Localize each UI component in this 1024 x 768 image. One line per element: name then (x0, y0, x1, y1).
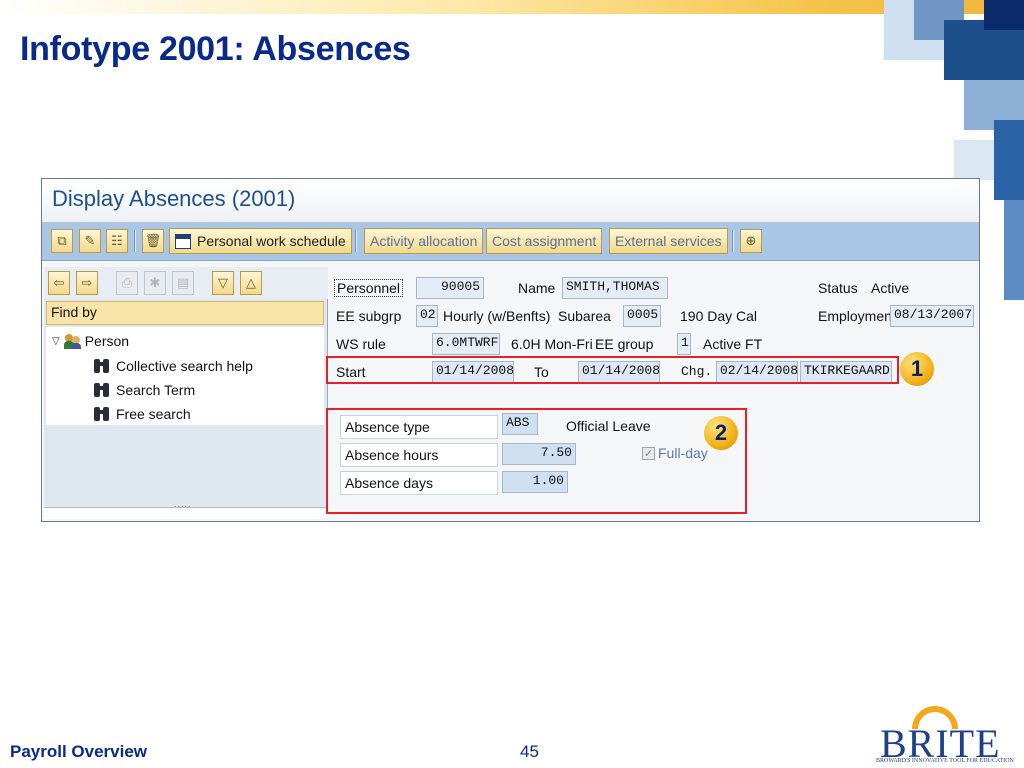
tree-item-search-term[interactable]: Search Term (94, 381, 195, 399)
ee-subgroup-text: Hourly (w/Benfts) (443, 308, 551, 324)
window-titlebar: Display Absences (2001) (42, 179, 979, 223)
forward-icon[interactable]: ⇨ (76, 271, 98, 295)
binoculars-icon (94, 405, 110, 423)
name-field: SMITH,THOMAS (562, 277, 668, 299)
layout-icon[interactable]: ▤ (172, 271, 194, 295)
personnel-label: Personnel (334, 279, 404, 297)
logo-tagline: BROWARD'S INNOVATIVE TOOL FOR EDUCATION (876, 758, 1014, 764)
overview-icon[interactable]: ☷ (106, 229, 128, 253)
expand-all-icon[interactable]: ▽ (212, 271, 234, 295)
status-label: Status (818, 280, 858, 296)
ee-group-text: Active FT (703, 336, 763, 352)
subarea-text: 190 Day Cal (680, 308, 758, 324)
name-label: Name (518, 280, 556, 296)
navigation-toolbar: ⇦ ⇨ ⎙ ✱ ▤ ▽ △ (44, 267, 328, 299)
create-icon[interactable]: ✎ (79, 229, 101, 253)
back-icon[interactable]: ⇦ (48, 271, 70, 295)
personnel-number-field: 90005 (416, 277, 484, 299)
hit-list-area (46, 427, 324, 505)
object-manager-panel: ⇦ ⇨ ⎙ ✱ ▤ ▽ △ Find by ▽ Person Collectiv… (44, 267, 328, 519)
window-title: Display Absences (2001) (52, 186, 296, 211)
ws-rule-label: WS rule (336, 336, 386, 352)
ee-group-field: 1 (677, 333, 691, 355)
subarea-field: 0005 (623, 305, 661, 327)
personal-work-schedule-label: Personal work schedule (197, 233, 346, 249)
tree-node-label: Person (84, 333, 130, 349)
horizontal-scrollbar[interactable] (44, 507, 328, 519)
activity-allocation-button[interactable]: Activity allocation (364, 228, 484, 254)
tree-item-collective-search-help[interactable]: Collective search help (94, 357, 253, 375)
cost-assignment-button[interactable]: Cost assignment (486, 228, 603, 254)
status-value: Active (871, 280, 910, 296)
create-object-icon[interactable]: ⊕ (740, 229, 762, 253)
personal-work-schedule-button[interactable]: Personal work schedule (169, 228, 352, 254)
external-services-button[interactable]: External services (609, 228, 728, 254)
callout-box-2 (326, 408, 747, 514)
ws-rule-text: 6.0H Mon-Fri (511, 336, 593, 352)
employment-date-field: 08/13/2007 (890, 305, 974, 327)
subarea-label: Subarea (558, 308, 611, 324)
tree-item-label: Collective search help (116, 358, 253, 374)
ee-subgroup-label: EE subgrp (336, 308, 402, 324)
ee-group-label: EE group (595, 336, 654, 352)
collapse-triangle-icon[interactable]: ▽ (52, 336, 60, 347)
search-tree: ▽ Person Collective search help Search T… (46, 327, 324, 425)
find-by-header: Find by (46, 301, 324, 325)
settings-icon[interactable]: ✱ (144, 271, 166, 295)
callout-badge-2: 2 (704, 416, 738, 450)
slide-title: Infotype 2001: Absences (20, 30, 411, 68)
tree-item-label: Search Term (116, 382, 196, 398)
person-icon (63, 333, 82, 349)
ws-rule-field: 6.0MTWRF (432, 333, 500, 355)
calendar-icon (175, 233, 191, 249)
toolbar-separator (732, 230, 734, 252)
tree-node-person[interactable]: ▽ Person (52, 333, 129, 349)
page-number: 45 (520, 742, 539, 761)
callout-badge-1: 1 (900, 352, 934, 386)
delete-icon[interactable]: 🗑 (142, 229, 164, 253)
collapse-all-icon[interactable]: △ (240, 271, 262, 295)
employment-label: Employmen (818, 308, 892, 324)
ee-subgroup-field: 02 (416, 305, 438, 327)
binoculars-icon (94, 357, 110, 375)
print-icon[interactable]: ⎙ (116, 271, 138, 295)
application-toolbar: ⧉ ✎ ☷ 🗑 Personal work schedule Activity … (42, 223, 979, 261)
toolbar-separator (355, 230, 357, 252)
toolbar-separator (134, 230, 136, 252)
binoculars-icon (94, 381, 110, 399)
copy-icon[interactable]: ⧉ (51, 229, 73, 253)
tree-item-free-search[interactable]: Free search (94, 405, 191, 423)
brite-logo: BRITE BROWARD'S INNOVATIVE TOOL FOR EDUC… (876, 696, 1016, 766)
tree-item-label: Free search (116, 406, 191, 422)
footer-title: Payroll Overview (10, 742, 148, 761)
callout-box-1 (326, 356, 899, 384)
